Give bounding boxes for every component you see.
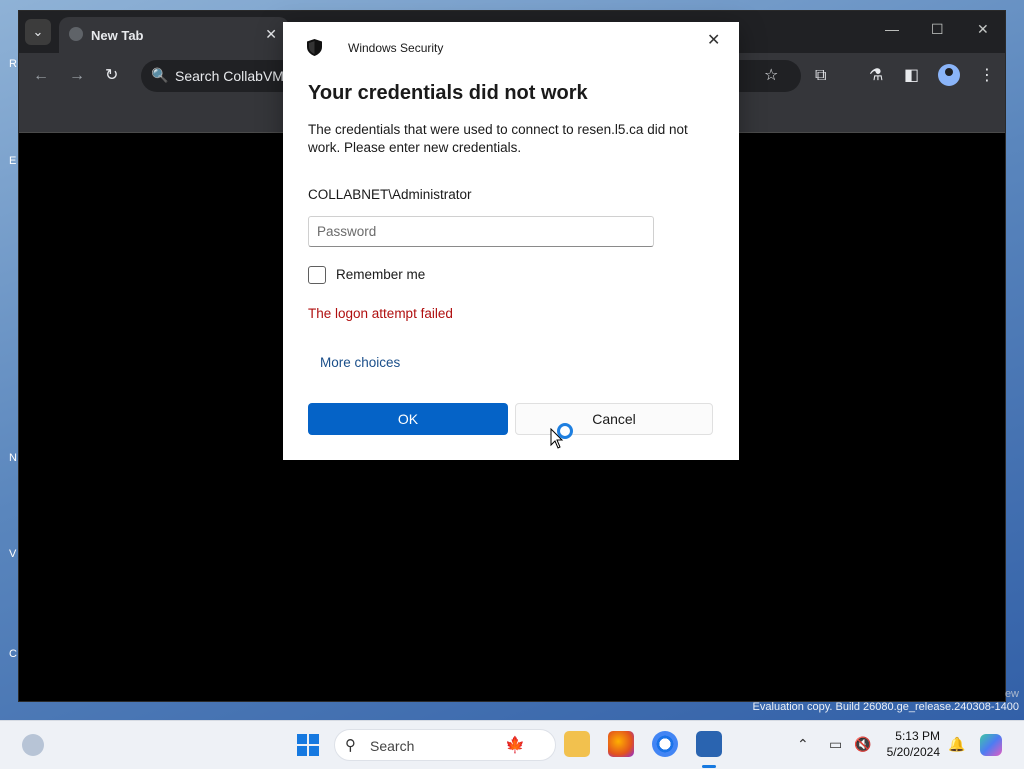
watermark-fragment: ew xyxy=(1004,688,1019,700)
extensions-icon[interactable]: ⧉ xyxy=(815,67,826,85)
reload-icon[interactable]: ↻ xyxy=(105,67,118,85)
address-bar-placeholder: Search CollabVM xyxy=(175,68,284,84)
forward-icon[interactable]: → xyxy=(69,67,85,85)
remote-desktop-icon[interactable] xyxy=(696,731,722,757)
tab-new-tab[interactable]: New Tab ✕ xyxy=(59,17,289,53)
file-explorer-icon[interactable] xyxy=(564,731,590,757)
maximize-icon[interactable]: ☐ xyxy=(931,21,944,38)
password-field[interactable] xyxy=(308,216,654,247)
more-choices-link[interactable]: More choices xyxy=(320,355,400,370)
cancel-button[interactable]: Cancel xyxy=(515,403,713,435)
volume-muted-icon[interactable]: 🔇 xyxy=(854,736,871,753)
desktop-icon-label-fragment: V xyxy=(9,548,17,560)
search-icon: 🔍 xyxy=(151,67,169,83)
network-icon[interactable]: ▭ xyxy=(829,736,842,753)
start-button-icon[interactable] xyxy=(297,734,319,756)
clock-date: 5/20/2024 xyxy=(886,745,940,759)
search-icon: ⚲ xyxy=(345,737,356,754)
desktop-icon-label-fragment: N xyxy=(9,452,17,464)
close-icon[interactable]: ✕ xyxy=(707,30,720,50)
remember-me-checkbox[interactable] xyxy=(308,266,326,284)
windows-security-dialog: Windows Security ✕ Your credentials did … xyxy=(283,22,739,460)
error-message: The logon attempt failed xyxy=(308,306,453,321)
remember-me-label[interactable]: Remember me xyxy=(336,267,425,282)
minimize-icon[interactable]: — xyxy=(885,21,899,37)
evaluation-watermark: Evaluation copy. Build 26080.ge_release.… xyxy=(752,701,1019,713)
tab-title: New Tab xyxy=(91,28,144,43)
taskbar: ⚲ Search 🍁 ⌃ ▭ 🔇 5:13 PM 5/20/2024 🔔 xyxy=(0,720,1024,769)
ok-button[interactable]: OK xyxy=(308,403,508,435)
desktop-icon-label-fragment: R xyxy=(9,58,17,70)
tab-search-button[interactable]: ⌄ xyxy=(25,19,51,45)
search-highlight-icon: 🍁 xyxy=(505,737,525,754)
taskbar-search[interactable]: ⚲ Search 🍁 xyxy=(334,729,556,761)
globe-icon xyxy=(69,27,83,41)
dialog-app-name: Windows Security xyxy=(348,41,444,55)
dialog-title: Your credentials did not work xyxy=(308,82,588,104)
back-icon[interactable]: ← xyxy=(33,67,49,85)
notification-bell-icon[interactable]: 🔔 xyxy=(948,736,965,753)
side-panel-icon[interactable]: ◧ xyxy=(904,67,919,85)
system-clock[interactable]: 5:13 PM 5/20/2024 xyxy=(880,728,940,760)
profile-avatar-icon[interactable] xyxy=(938,64,960,86)
shield-icon xyxy=(307,39,322,56)
firefox-icon[interactable] xyxy=(608,731,634,757)
dialog-message: The credentials that were used to connec… xyxy=(308,122,688,155)
menu-kebab-icon[interactable]: ⋮ xyxy=(979,67,995,85)
bookmark-star-icon[interactable]: ☆ xyxy=(764,67,778,85)
taskbar-search-label: Search xyxy=(370,738,415,754)
copilot-icon[interactable] xyxy=(980,734,1002,756)
desktop-icon-label-fragment: C xyxy=(9,648,17,660)
chrome-icon[interactable] xyxy=(652,731,678,757)
close-tab-icon[interactable]: ✕ xyxy=(265,26,277,43)
desktop-icon-label-fragment: E xyxy=(9,155,17,167)
username-label: COLLABNET\Administrator xyxy=(308,187,472,202)
busy-spinner-icon xyxy=(557,423,573,439)
clock-time: 5:13 PM xyxy=(895,729,940,743)
widgets-icon[interactable] xyxy=(22,734,44,756)
chevron-up-icon[interactable]: ⌃ xyxy=(797,736,809,753)
close-window-icon[interactable]: ✕ xyxy=(977,21,989,38)
labs-flask-icon[interactable]: ⚗ xyxy=(869,67,883,85)
